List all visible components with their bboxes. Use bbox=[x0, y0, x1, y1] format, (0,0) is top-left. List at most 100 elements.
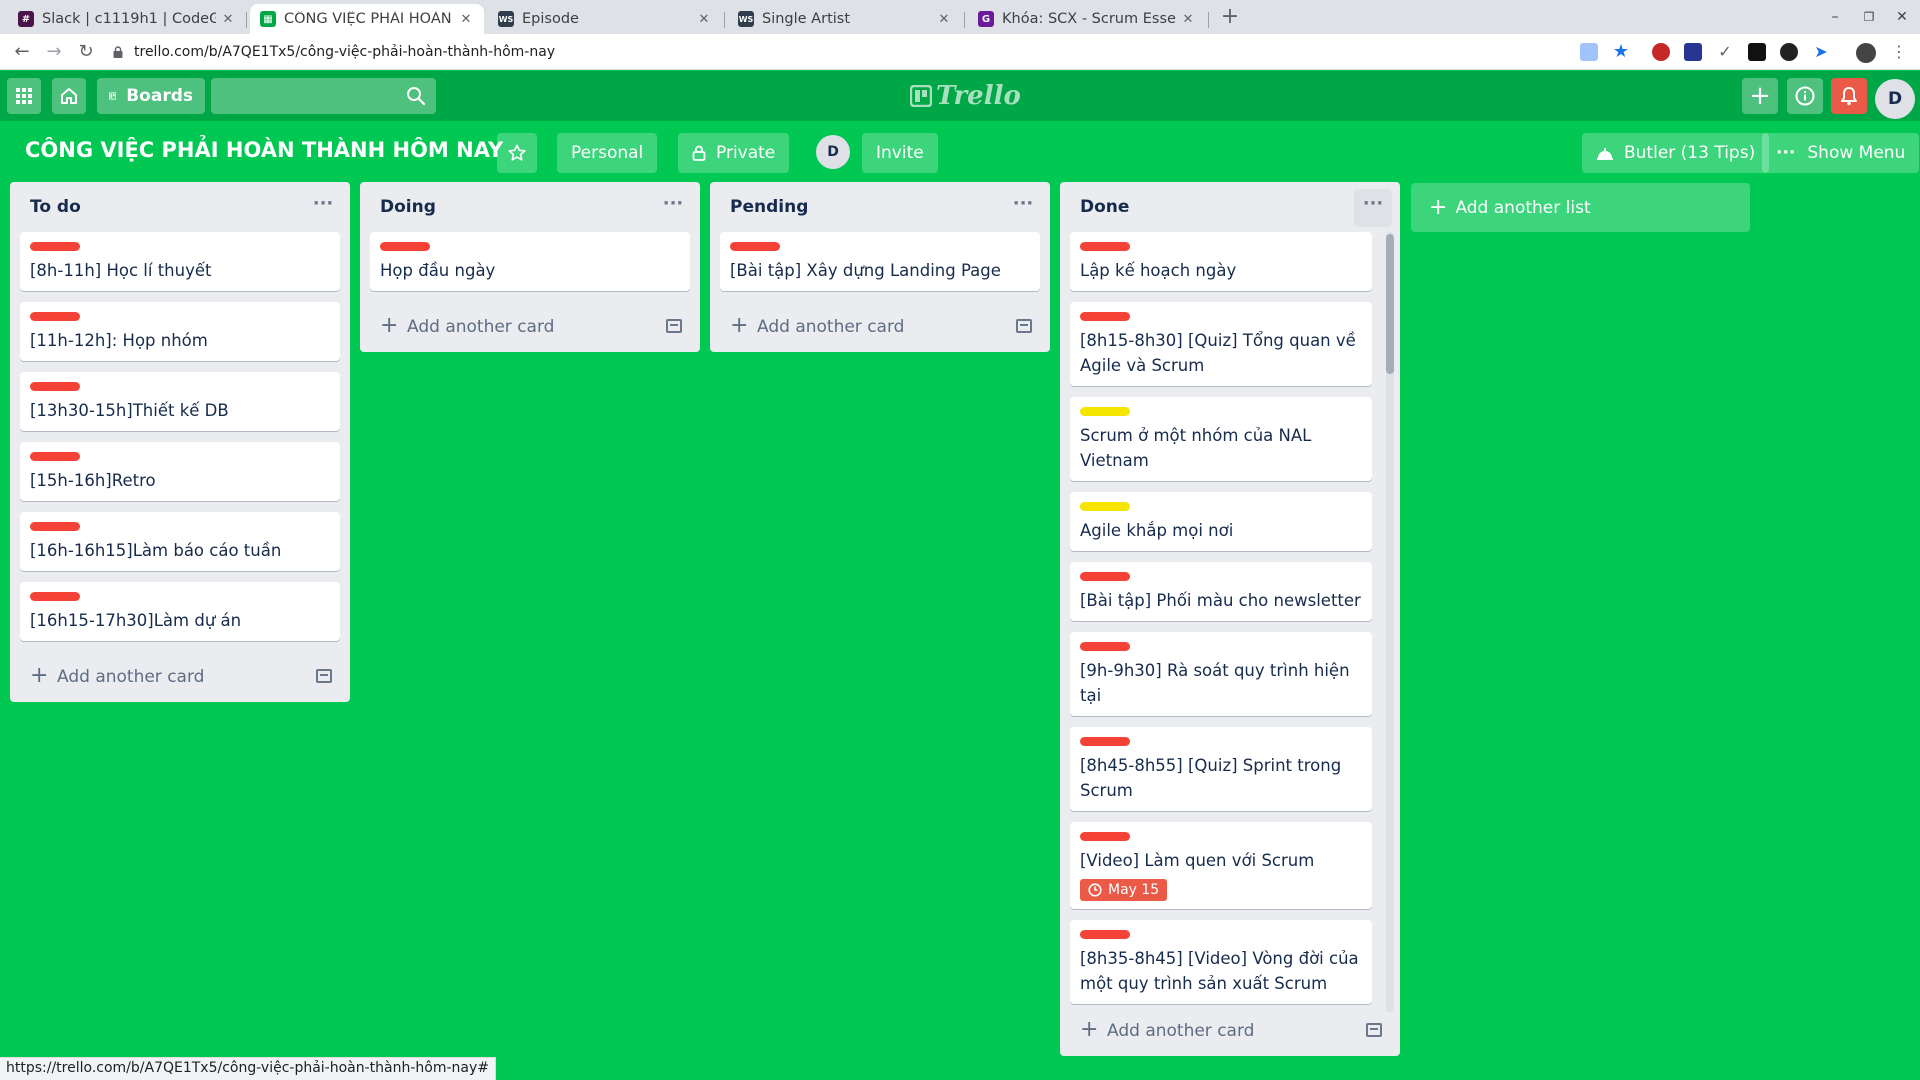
forward-arrow-icon[interactable]: → bbox=[42, 40, 66, 64]
url-field[interactable]: trello.com/b/A7QE1Tx5/công-việc-phải-hoà… bbox=[104, 38, 1604, 66]
card-label[interactable] bbox=[1080, 242, 1130, 251]
card-label[interactable] bbox=[30, 382, 80, 391]
card-label[interactable] bbox=[1080, 407, 1130, 416]
medium-icon[interactable] bbox=[1748, 43, 1766, 61]
card[interactable]: [Video] Làm quen với Scrum May 15 bbox=[1070, 822, 1372, 909]
card-template-icon[interactable] bbox=[666, 319, 682, 333]
list-title[interactable]: To do bbox=[30, 197, 81, 217]
add-card-button[interactable]: + Add another card bbox=[1060, 1006, 1400, 1056]
show-menu-button[interactable]: ··· Show Menu bbox=[1762, 133, 1920, 173]
list-menu-dots-icon[interactable]: ··· bbox=[654, 189, 692, 227]
check-extension-icon[interactable]: ✓ bbox=[1716, 43, 1734, 61]
close-tab-icon[interactable]: ✕ bbox=[1180, 12, 1196, 27]
list-menu-dots-icon[interactable]: ··· bbox=[1004, 189, 1042, 227]
add-card-button[interactable]: + Add another card bbox=[710, 302, 1050, 352]
card[interactable]: [9h-9h30] Rà soát quy trình hiện tại bbox=[1070, 632, 1372, 716]
member-avatar[interactable]: D bbox=[816, 135, 850, 169]
done-list-scrollbar-thumb[interactable] bbox=[1386, 234, 1394, 374]
list-menu-dots-icon[interactable]: ··· bbox=[304, 189, 342, 227]
card-label[interactable] bbox=[30, 592, 80, 601]
notifications-bell-icon[interactable] bbox=[1831, 78, 1867, 114]
card-label[interactable] bbox=[1080, 312, 1130, 321]
create-plus-icon[interactable]: + bbox=[1742, 78, 1778, 114]
card-label[interactable] bbox=[1080, 642, 1130, 651]
close-tab-icon[interactable]: ✕ bbox=[458, 12, 474, 27]
card-label[interactable] bbox=[380, 242, 430, 251]
list-header[interactable]: Pending ··· bbox=[710, 182, 1050, 232]
board-title[interactable]: CÔNG VIỆC PHẢI HOÀN THÀNH HÔM NAY bbox=[25, 138, 503, 162]
browser-tab[interactable]: G Khóa: SCX - Scrum Essentials ✕ bbox=[968, 4, 1206, 34]
card-label[interactable] bbox=[30, 452, 80, 461]
extension-j-icon[interactable] bbox=[1684, 43, 1702, 61]
card[interactable]: [15h-16h]Retro bbox=[20, 442, 340, 501]
card[interactable]: [Bài tập] Phối màu cho newsletter bbox=[1070, 562, 1372, 621]
list-header[interactable]: Doing ··· bbox=[360, 182, 700, 232]
add-card-button[interactable]: + Add another card bbox=[10, 652, 350, 702]
card-label[interactable] bbox=[1080, 737, 1130, 746]
card[interactable]: Họp đầu ngày bbox=[370, 232, 690, 291]
visibility-button[interactable]: Private bbox=[678, 133, 790, 173]
card-label[interactable] bbox=[30, 312, 80, 321]
browser-tab-active[interactable]: ▦ CÔNG VIỆC PHẢI HOÀN THÀNH HÔM NAY | Tr… bbox=[250, 4, 484, 34]
list-header[interactable]: To do ··· bbox=[10, 182, 350, 232]
card-label[interactable] bbox=[1080, 930, 1130, 939]
card[interactable]: Scrum ở một nhóm của NAL Vietnam bbox=[1070, 397, 1372, 481]
trello-logo[interactable]: Trello bbox=[910, 81, 1021, 111]
card[interactable]: [13h30-15h]Thiết kế DB bbox=[20, 372, 340, 431]
translate-icon[interactable] bbox=[1580, 43, 1598, 61]
send-extension-icon[interactable]: ➤ bbox=[1812, 43, 1830, 61]
browser-tab[interactable]: WS Episode ✕ bbox=[488, 4, 722, 34]
browser-menu-icon[interactable]: ⋮ bbox=[1890, 43, 1908, 61]
browser-tab[interactable]: # Slack | c1119h1 | CodeGym ✕ bbox=[8, 4, 246, 34]
list-title[interactable]: Doing bbox=[380, 197, 436, 217]
bookmark-star-icon[interactable]: ★ bbox=[1612, 43, 1630, 61]
card[interactable]: Lập kế hoạch ngày bbox=[1070, 232, 1372, 291]
team-visibility-button[interactable]: Personal bbox=[557, 133, 658, 173]
card[interactable]: [8h-11h] Học lí thuyết bbox=[20, 232, 340, 291]
close-tab-icon[interactable]: ✕ bbox=[220, 12, 236, 27]
card[interactable]: [8h45-8h55] [Quiz] Sprint trong Scrum bbox=[1070, 727, 1372, 811]
user-avatar[interactable]: D bbox=[1875, 79, 1915, 119]
card-label[interactable] bbox=[1080, 572, 1130, 581]
adblock-icon[interactable] bbox=[1652, 43, 1670, 61]
back-arrow-icon[interactable]: ← bbox=[10, 40, 34, 64]
list-menu-dots-icon[interactable]: ··· bbox=[1354, 189, 1392, 227]
boards-button[interactable]: Boards bbox=[97, 78, 205, 114]
card-label[interactable] bbox=[30, 242, 80, 251]
search-input[interactable] bbox=[211, 78, 436, 114]
close-window-icon[interactable]: ✕ bbox=[1890, 6, 1914, 28]
card[interactable]: [8h15-8h30] [Quiz] Tổng quan về Agile và… bbox=[1070, 302, 1372, 386]
add-list-button[interactable]: + Add another list bbox=[1411, 183, 1750, 232]
invite-button[interactable]: Invite bbox=[862, 133, 938, 173]
card-template-icon[interactable] bbox=[1016, 319, 1032, 333]
card[interactable]: [16h15-17h30]Làm dự án bbox=[20, 582, 340, 641]
profile-avatar[interactable] bbox=[1856, 43, 1876, 63]
card-template-icon[interactable] bbox=[316, 669, 332, 683]
list-title[interactable]: Pending bbox=[730, 197, 808, 217]
apps-grid-icon[interactable] bbox=[7, 78, 41, 114]
card-template-icon[interactable] bbox=[1366, 1023, 1382, 1037]
new-tab-plus-icon[interactable]: + bbox=[1216, 4, 1244, 32]
browser-tab[interactable]: WS Single Artist ✕ bbox=[728, 4, 962, 34]
card[interactable]: [Bài tập] Xây dựng Landing Page bbox=[720, 232, 1040, 291]
card[interactable]: [8h35-8h45] [Video] Vòng đời của một quy… bbox=[1070, 920, 1372, 1004]
list-title[interactable]: Done bbox=[1080, 197, 1129, 217]
info-icon[interactable] bbox=[1787, 78, 1823, 114]
card-label[interactable] bbox=[1080, 502, 1130, 511]
list-header[interactable]: Done ··· bbox=[1060, 182, 1400, 232]
card-label[interactable] bbox=[730, 242, 780, 251]
card-label[interactable] bbox=[30, 522, 80, 531]
star-board-icon[interactable] bbox=[497, 133, 537, 173]
home-icon[interactable] bbox=[52, 78, 86, 114]
card-label[interactable] bbox=[1080, 832, 1130, 841]
card[interactable]: [16h-16h15]Làm báo cáo tuần bbox=[20, 512, 340, 571]
due-date-badge[interactable]: May 15 bbox=[1080, 879, 1168, 901]
close-tab-icon[interactable]: ✕ bbox=[696, 12, 712, 27]
add-card-button[interactable]: + Add another card bbox=[360, 302, 700, 352]
card[interactable]: Agile khắp mọi nơi bbox=[1070, 492, 1372, 551]
card[interactable]: [11h-12h]: Họp nhóm bbox=[20, 302, 340, 361]
minimize-window-icon[interactable]: – bbox=[1823, 6, 1847, 28]
reload-icon[interactable]: ↻ bbox=[74, 40, 98, 64]
restore-window-icon[interactable]: ❐ bbox=[1857, 6, 1881, 28]
close-tab-icon[interactable]: ✕ bbox=[936, 12, 952, 27]
